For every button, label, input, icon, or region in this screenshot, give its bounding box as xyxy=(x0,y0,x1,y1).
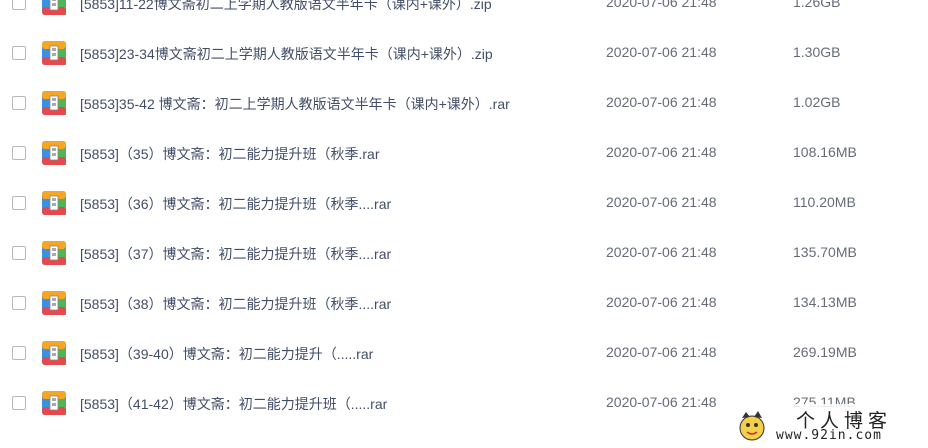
file-name[interactable]: [5853]（37）博文斋：初二能力提升班（秋季....rar xyxy=(80,244,391,264)
row-checkbox[interactable] xyxy=(12,296,26,310)
file-date: 2020-07-06 21:48 xyxy=(606,144,717,160)
file-row[interactable]: [5853]（36）博文斋：初二能力提升班（秋季....rar 2020-07-0… xyxy=(0,178,928,228)
file-size: 134.13MB xyxy=(793,294,857,310)
site-watermark: 个人博客 www.92in.com xyxy=(736,404,928,448)
file-name[interactable]: [5853]（36）博文斋：初二能力提升班（秋季....rar xyxy=(80,194,391,214)
file-list: [5853]11-22博文斋初二上学期人教版语文半年卡（课内+课外）.zip 20… xyxy=(0,0,928,428)
file-size: 269.19MB xyxy=(793,344,857,360)
file-row[interactable]: [5853]（38）博文斋：初二能力提升班（秋季....rar 2020-07-0… xyxy=(0,278,928,328)
file-row[interactable]: [5853]35-42 博文斋：初二上学期人教版语文半年卡（课内+课外）.rar… xyxy=(0,78,928,128)
row-checkbox[interactable] xyxy=(12,396,26,410)
file-date: 2020-07-06 21:48 xyxy=(606,94,717,110)
file-size: 108.16MB xyxy=(793,144,857,160)
row-checkbox[interactable] xyxy=(12,46,26,60)
row-checkbox[interactable] xyxy=(12,146,26,160)
row-checkbox[interactable] xyxy=(12,0,26,10)
file-row[interactable]: [5853]23-34博文斋初二上学期人教版语文半年卡（课内+课外）.zip 20… xyxy=(0,28,928,78)
file-date: 2020-07-06 21:48 xyxy=(606,44,717,60)
file-row[interactable]: [5853]（35）博文斋：初二能力提升班（秋季.rar 2020-07-06 2… xyxy=(0,128,928,178)
file-row[interactable]: [5853]11-22博文斋初二上学期人教版语文半年卡（课内+课外）.zip 20… xyxy=(0,0,928,28)
row-checkbox[interactable] xyxy=(12,196,26,210)
file-size: 135.70MB xyxy=(793,244,857,260)
file-date: 2020-07-06 21:48 xyxy=(606,394,717,410)
archive-icon[interactable] xyxy=(41,140,67,166)
archive-icon[interactable] xyxy=(41,40,67,66)
file-name[interactable]: [5853]（39-40）博文斋：初二能力提升（.....rar xyxy=(80,344,373,364)
archive-icon[interactable] xyxy=(41,0,67,16)
file-row[interactable]: [5853]（37）博文斋：初二能力提升班（秋季....rar 2020-07-0… xyxy=(0,228,928,278)
file-name[interactable]: [5853]23-34博文斋初二上学期人教版语文半年卡（课内+课外）.zip xyxy=(80,44,493,64)
archive-icon[interactable] xyxy=(41,290,67,316)
file-date: 2020-07-06 21:48 xyxy=(606,294,717,310)
row-checkbox[interactable] xyxy=(12,246,26,260)
file-size: 1.30GB xyxy=(793,44,841,60)
archive-icon[interactable] xyxy=(41,390,67,416)
file-date: 2020-07-06 21:48 xyxy=(606,0,717,10)
mascot-logo-icon xyxy=(739,411,765,441)
file-name[interactable]: [5853]（41-42）博文斋：初二能力提升班（.....rar xyxy=(80,394,387,414)
row-checkbox[interactable] xyxy=(12,96,26,110)
archive-icon[interactable] xyxy=(41,90,67,116)
file-name[interactable]: [5853]35-42 博文斋：初二上学期人教版语文半年卡（课内+课外）.rar xyxy=(80,94,510,114)
file-date: 2020-07-06 21:48 xyxy=(606,244,717,260)
file-name[interactable]: [5853]（35）博文斋：初二能力提升班（秋季.rar xyxy=(80,144,380,164)
file-date: 2020-07-06 21:48 xyxy=(606,194,717,210)
file-size: 1.02GB xyxy=(793,94,841,110)
archive-icon[interactable] xyxy=(41,240,67,266)
file-size: 110.20MB xyxy=(793,194,856,210)
row-checkbox[interactable] xyxy=(12,346,26,360)
file-name[interactable]: [5853]（38）博文斋：初二能力提升班（秋季....rar xyxy=(80,294,391,314)
archive-icon[interactable] xyxy=(41,340,67,366)
file-row[interactable]: [5853]（39-40）博文斋：初二能力提升（.....rar 2020-07-… xyxy=(0,328,928,378)
archive-icon[interactable] xyxy=(41,190,67,216)
watermark-url: www.92in.com xyxy=(776,428,882,443)
file-name[interactable]: [5853]11-22博文斋初二上学期人教版语文半年卡（课内+课外）.zip xyxy=(80,0,492,14)
file-date: 2020-07-06 21:48 xyxy=(606,344,717,360)
file-size: 1.26GB xyxy=(793,0,841,10)
